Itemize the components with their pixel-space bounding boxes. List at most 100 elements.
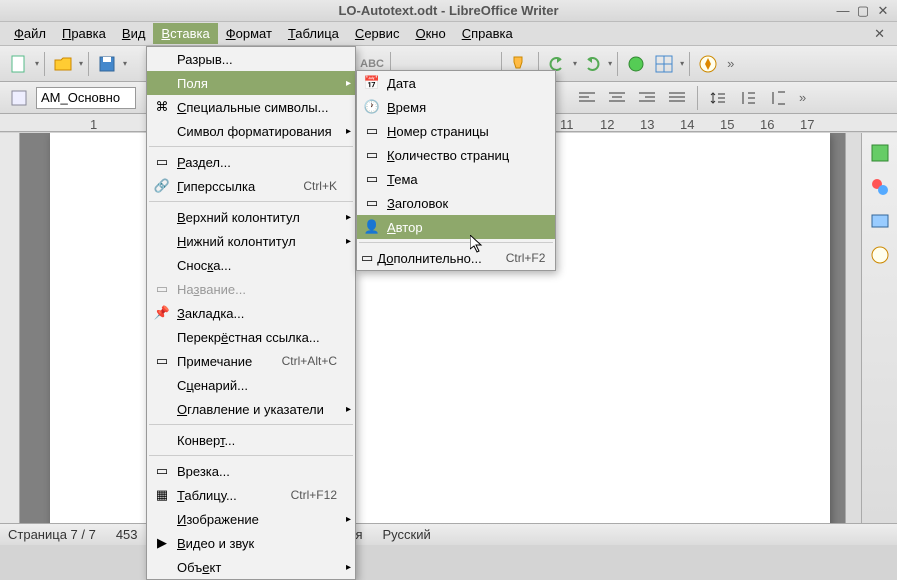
dropdown-arrow-icon[interactable]: ▾ (79, 59, 83, 68)
window-controls: — ▢ ✕ (835, 3, 891, 19)
date-icon: 📅 (361, 74, 383, 92)
menu-item-subject[interactable]: ▭Тема (357, 167, 555, 191)
menu-item-footnote[interactable]: Сноска... (147, 253, 355, 277)
page-count-icon: ▭ (361, 146, 383, 164)
menu-item-frame[interactable]: ▭Врезка... (147, 459, 355, 483)
blank-icon (151, 50, 173, 68)
navigator-button[interactable] (695, 51, 721, 77)
blank-icon (151, 376, 173, 394)
menu-item-fields[interactable]: Поля▸ (147, 71, 355, 95)
menu-item-footer[interactable]: Нижний колонтитул▸ (147, 229, 355, 253)
menu-item-section[interactable]: ▭Раздел... (147, 150, 355, 174)
ruler-mark: 17 (800, 117, 814, 132)
menu-item-break[interactable]: Разрыв... (147, 47, 355, 71)
blank-icon (151, 328, 173, 346)
styles-button[interactable] (6, 85, 32, 111)
submenu-arrow-icon: ▸ (346, 236, 351, 247)
separator (44, 52, 45, 76)
title-icon: ▭ (361, 194, 383, 212)
dropdown-arrow-icon[interactable]: ▾ (680, 59, 684, 68)
menu-item-table[interactable]: ▦Таблицу...Ctrl+F12 (147, 483, 355, 507)
sidebar-gallery-icon[interactable] (868, 209, 892, 233)
author-icon: 👤 (361, 218, 383, 236)
align-justify-button[interactable] (664, 85, 690, 111)
close-button[interactable]: ✕ (875, 3, 891, 19)
blank-icon (151, 256, 173, 274)
minimize-button[interactable]: — (835, 3, 851, 19)
menu-item-envelope[interactable]: Конверт... (147, 428, 355, 452)
ruler-mark: 16 (760, 117, 774, 132)
menu-item-script[interactable]: Сценарий... (147, 373, 355, 397)
menu-file[interactable]: Файл (6, 23, 54, 44)
menu-item-toc[interactable]: Оглавление и указатели▸ (147, 397, 355, 421)
toolbar-overflow-icon[interactable]: » (727, 56, 734, 71)
dropdown-arrow-icon[interactable]: ▾ (573, 59, 577, 68)
menu-tools[interactable]: Сервис (347, 23, 408, 44)
table-icon: ▦ (151, 486, 173, 504)
other-icon: ▭ (361, 249, 373, 267)
blank-icon (151, 208, 173, 226)
hyperlink-button[interactable] (623, 51, 649, 77)
vertical-ruler[interactable] (0, 133, 20, 523)
redo-button[interactable] (579, 51, 605, 77)
menubar: Файл Правка Вид Вставка Формат Таблица С… (0, 22, 897, 46)
blank-icon (151, 510, 173, 528)
blank-icon (151, 74, 173, 92)
menu-item-crossref[interactable]: Перекрёстная ссылка... (147, 325, 355, 349)
menu-item-media[interactable]: ▶Видео и звук (147, 531, 355, 555)
menu-item-other-fields[interactable]: ▭Дополнительно...Ctrl+F2 (357, 246, 555, 270)
submenu-arrow-icon: ▸ (346, 212, 351, 223)
separator (689, 52, 690, 76)
menu-insert[interactable]: Вставка (153, 23, 217, 44)
table-button[interactable] (651, 51, 677, 77)
menu-window[interactable]: Окно (407, 23, 453, 44)
status-language[interactable]: Русский (383, 527, 431, 542)
menu-item-bookmark[interactable]: 📌Закладка... (147, 301, 355, 325)
sidebar-navigator-icon[interactable] (868, 243, 892, 267)
sidebar-styles-icon[interactable] (868, 175, 892, 199)
paragraph-style-combo[interactable]: АМ_Основно (36, 87, 136, 109)
menu-item-page-count[interactable]: ▭Количество страниц (357, 143, 555, 167)
menu-item-hyperlink[interactable]: 🔗ГиперссылкаCtrl+K (147, 174, 355, 198)
status-words[interactable]: 453 (116, 527, 138, 542)
align-left-button[interactable] (574, 85, 600, 111)
menu-item-date[interactable]: 📅Дата (357, 71, 555, 95)
align-center-button[interactable] (604, 85, 630, 111)
sidebar (861, 133, 897, 523)
menu-view[interactable]: Вид (114, 23, 154, 44)
menu-item-special-chars[interactable]: ⌘Специальные символы... (147, 95, 355, 119)
menu-format[interactable]: Формат (218, 23, 280, 44)
dropdown-arrow-icon[interactable]: ▾ (608, 59, 612, 68)
menu-item-title[interactable]: ▭Заголовок (357, 191, 555, 215)
open-button[interactable] (50, 51, 76, 77)
menu-help[interactable]: Справка (454, 23, 521, 44)
link-icon: 🔗 (151, 177, 173, 195)
menu-item-formatting-mark[interactable]: Символ форматирования▸ (147, 119, 355, 143)
dropdown-arrow-icon[interactable]: ▾ (35, 59, 39, 68)
menu-edit[interactable]: Правка (54, 23, 114, 44)
maximize-button[interactable]: ▢ (855, 3, 871, 19)
menu-table[interactable]: Таблица (280, 23, 347, 44)
menu-item-author[interactable]: 👤Автор (357, 215, 555, 239)
menu-item-caption: ▭Название... (147, 277, 355, 301)
menu-item-object[interactable]: Объект▸ (147, 555, 355, 579)
menu-item-header[interactable]: Верхний колонтитул▸ (147, 205, 355, 229)
toolbar-overflow-icon[interactable]: » (799, 90, 806, 105)
dropdown-arrow-icon[interactable]: ▾ (123, 59, 127, 68)
save-button[interactable] (94, 51, 120, 77)
line-spacing-15-button[interactable] (735, 85, 761, 111)
menu-item-page-number[interactable]: ▭Номер страницы (357, 119, 555, 143)
line-spacing-2-button[interactable] (765, 85, 791, 111)
sidebar-properties-icon[interactable] (868, 141, 892, 165)
ruler-mark: 14 (680, 117, 694, 132)
new-button[interactable] (6, 51, 32, 77)
vertical-scrollbar[interactable] (845, 133, 861, 523)
status-page[interactable]: Страница 7 / 7 (8, 527, 96, 542)
menu-item-image[interactable]: Изображение▸ (147, 507, 355, 531)
align-right-button[interactable] (634, 85, 660, 111)
menu-item-time[interactable]: 🕐Время (357, 95, 555, 119)
blank-icon (151, 232, 173, 250)
doc-close-icon[interactable]: ✕ (868, 24, 891, 44)
line-spacing-1-button[interactable] (705, 85, 731, 111)
menu-item-comment[interactable]: ▭ПримечаниеCtrl+Alt+C (147, 349, 355, 373)
